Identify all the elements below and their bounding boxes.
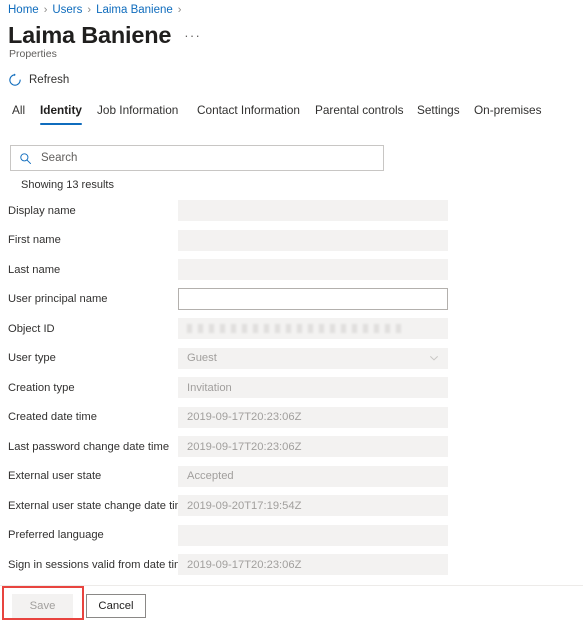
breadcrumb-item-laima-baniene[interactable]: Laima Baniene [96,3,173,17]
field-row: Preferred language [0,521,583,551]
field-row: External user state change date time 2019… [0,491,583,521]
field-row: External user state Accepted [0,462,583,492]
field-row: User type Guest [0,344,583,374]
refresh-label: Refresh [29,74,70,86]
field-label: External user state [8,470,102,483]
user-properties-page: Home › Users › Laima Baniene › Laima Baniene … [0,0,583,623]
tab-contact-information[interactable]: Contact Information [197,103,300,125]
field-label: User type [8,352,56,365]
page-subtitle: Properties [9,48,57,60]
tab-bar: All Identity Job Information Contact Inform… [0,103,583,129]
field-label: Creation type [8,381,75,394]
tab-on-premises[interactable]: On-premises [474,103,542,125]
field-label: Preferred language [8,529,104,542]
search-box[interactable] [10,145,384,171]
field-value-display-name [178,200,448,222]
tab-identity[interactable]: Identity [40,103,82,125]
field-label: Created date time [8,411,97,424]
refresh-button[interactable]: Refresh [8,69,69,91]
field-row: Last password change date time 2019-09-17… [0,432,583,462]
cancel-button[interactable]: Cancel [86,594,146,618]
field-row: Last name [0,255,583,285]
field-value-sign-in-sessions-valid-from-date-time: 2019-09-17T20:23:06Z [178,554,448,576]
field-value-external-user-state-change-date-time: 2019-09-20T17:19:54Z [178,495,448,517]
field-value-user-principal-name[interactable] [178,288,448,311]
field-value-object-id [178,318,448,340]
field-label: Display name [8,204,76,217]
more-options-icon[interactable]: ··· [184,20,201,50]
refresh-icon [9,73,21,86]
page-title-row: Laima Baniene ··· [8,20,201,50]
tab-job-information[interactable]: Job Information [97,103,178,125]
field-row: Object ID [0,314,583,344]
field-row: User principal name [0,285,583,315]
chevron-down-icon [429,356,439,361]
field-label: First name [8,234,61,247]
field-value-last-name [178,259,448,281]
field-value-external-user-state: Accepted [178,465,448,487]
field-row: Display name [0,196,583,226]
field-row: First name [0,226,583,256]
field-row: Sign in sessions valid from date time 201… [0,550,583,580]
field-value-first-name [178,229,448,251]
breadcrumb: Home › Users › Laima Baniene › [8,3,186,17]
field-value-created-date-time: 2019-09-17T20:23:06Z [178,406,448,428]
footer-actions: Save Cancel [0,586,583,623]
field-label: Last password change date time [8,440,170,453]
tab-settings[interactable]: Settings [417,103,460,125]
field-value-preferred-language [178,524,448,546]
tab-all[interactable]: All [12,103,25,125]
breadcrumb-item-home[interactable]: Home [8,3,39,17]
breadcrumb-separator-icon: › [87,4,92,16]
field-value-creation-type: Invitation [178,377,448,399]
search-icon [20,152,32,164]
field-row: Creation type Invitation [0,373,583,403]
field-row: Created date time 2019-09-17T20:23:06Z [0,403,583,433]
breadcrumb-separator-icon: › [177,4,182,16]
breadcrumb-item-users[interactable]: Users [52,3,82,17]
field-label: Sign in sessions valid from date time [8,558,190,571]
field-value-user-type[interactable]: Guest [178,347,448,369]
breadcrumb-separator-icon: › [43,4,48,16]
tab-parental-controls[interactable]: Parental controls [315,103,404,125]
page-title: Laima Baniene [8,22,172,48]
save-button[interactable]: Save [12,594,73,618]
field-label: User principal name [8,293,108,306]
field-label: External user state change date time [8,499,191,512]
field-label: Last name [8,263,61,276]
identity-form: Display name First name Last name User prin… [0,196,583,580]
field-label: Object ID [8,322,55,335]
field-value-last-password-change-date-time: 2019-09-17T20:23:06Z [178,436,448,458]
results-count: Showing 13 results [21,179,114,191]
search-input[interactable] [41,152,375,164]
